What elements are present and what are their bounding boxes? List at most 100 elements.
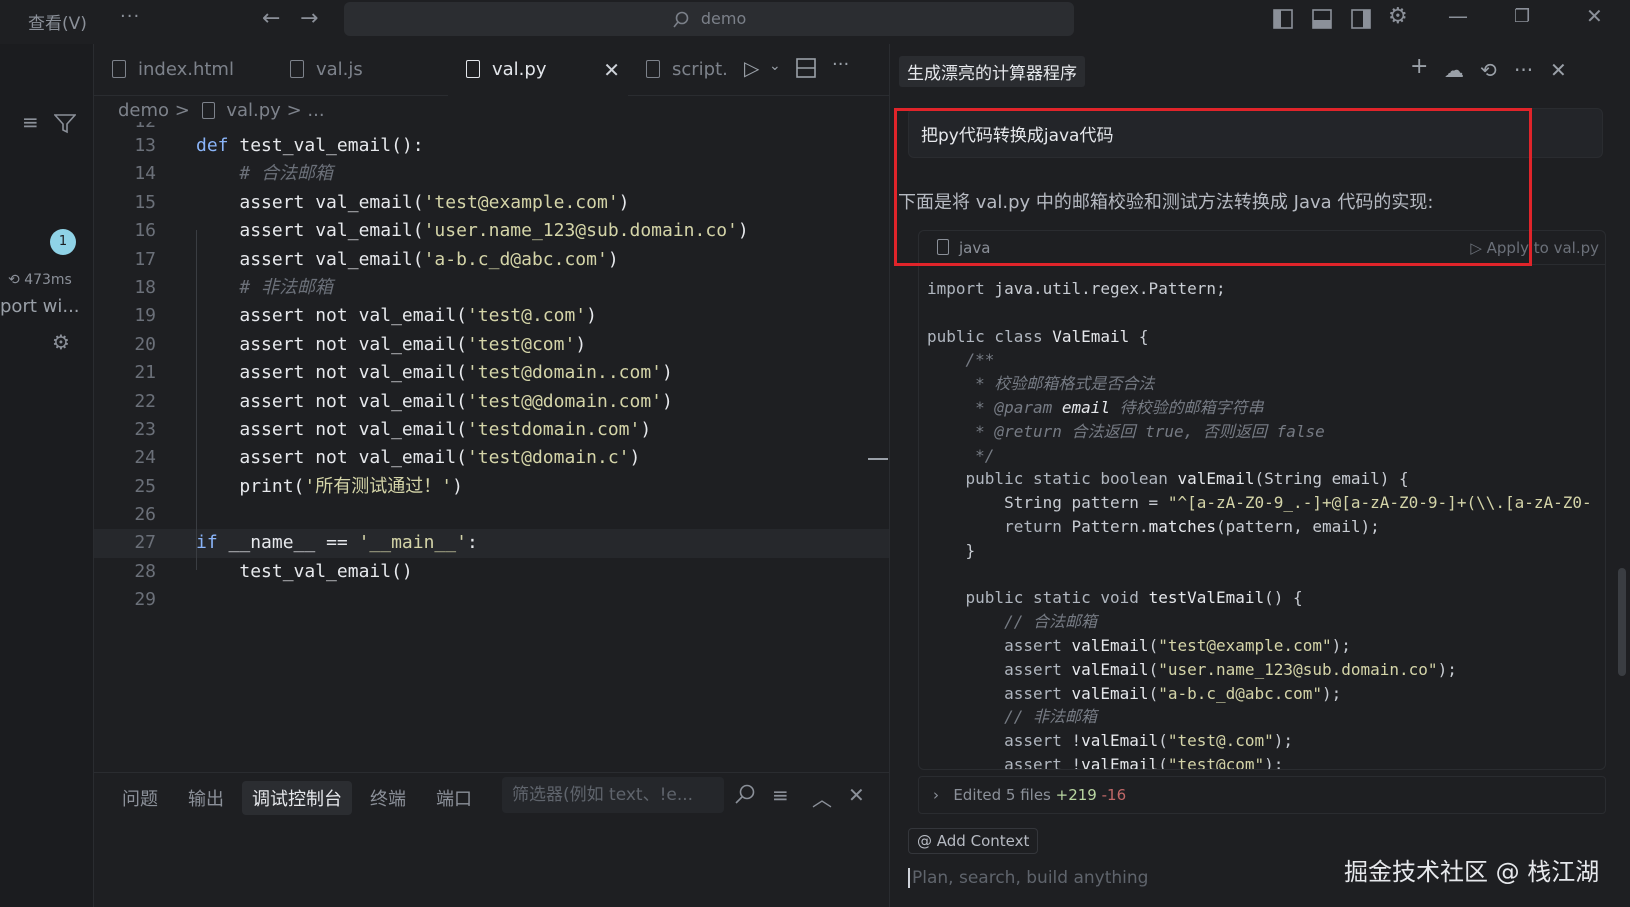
chevron-up-icon[interactable]: ︿ bbox=[812, 783, 832, 812]
toggle-panel-icon[interactable] bbox=[1311, 8, 1333, 30]
filter-input[interactable]: 筛选器(例如 text、!e... bbox=[502, 777, 724, 813]
tab-index-html[interactable]: index.html bbox=[94, 44, 272, 96]
code-line[interactable]: 17 assert val_email('a-b.c_d@abc.com') bbox=[94, 246, 889, 274]
run-icon[interactable]: ▷ bbox=[744, 56, 759, 80]
java-code[interactable]: import java.util.regex.Pattern; public c… bbox=[927, 277, 1605, 769]
line-number: 25 bbox=[134, 475, 156, 497]
chevron-down-icon[interactable]: ⌄ bbox=[769, 58, 781, 74]
chat-input[interactable]: Plan, search, build anything bbox=[908, 868, 1148, 888]
apply-button[interactable]: ▷ Apply to val.py bbox=[1470, 239, 1599, 257]
file-icon bbox=[290, 60, 304, 78]
tab-problems[interactable]: 问题 bbox=[122, 785, 158, 811]
code-line[interactable]: 28 test_val_email() bbox=[94, 558, 889, 586]
line-source: assert val_email('test@example.com') bbox=[239, 191, 630, 213]
code-line[interactable]: 19 assert not val_email('test@.com') bbox=[94, 302, 889, 330]
java-code-line bbox=[927, 301, 1605, 325]
toggle-sidebar-icon[interactable] bbox=[1272, 8, 1294, 30]
list-icon[interactable]: ≡ bbox=[22, 110, 39, 134]
breadcrumb-folder[interactable]: demo bbox=[118, 100, 169, 121]
java-code-line: * @return 合法返回 true, 否则返回 false bbox=[965, 421, 1325, 441]
java-code-line: * 校验邮箱格式是否合法 bbox=[965, 374, 1155, 394]
code-line[interactable]: 18 # 非法邮箱 bbox=[94, 274, 889, 302]
more-actions-icon[interactable]: ··· bbox=[832, 54, 849, 75]
code-line[interactable]: 13 def test_val_email(): bbox=[94, 132, 889, 160]
line-number: 19 bbox=[134, 305, 156, 327]
forward-arrow-icon[interactable]: → bbox=[300, 6, 318, 31]
minimize-icon[interactable]: — bbox=[1448, 4, 1468, 28]
code-line[interactable]: 22 assert not val_email('test@@domain.co… bbox=[94, 388, 889, 416]
line-source: # 合法邮箱 bbox=[239, 163, 334, 185]
new-chat-icon[interactable]: + bbox=[1410, 54, 1428, 79]
close-window-icon[interactable]: ✕ bbox=[1586, 4, 1603, 28]
clear-console-icon[interactable]: ≡ bbox=[772, 783, 789, 807]
code-line[interactable]: 20 assert not val_email('test@com') bbox=[94, 331, 889, 359]
user-message[interactable]: 把py代码转换成java代码 bbox=[908, 108, 1603, 158]
java-code-line: assert valEmail("user.name_123@sub.domai… bbox=[1004, 659, 1457, 679]
edited-files-summary[interactable]: › Edited 5 files +219 -16 bbox=[918, 776, 1606, 814]
code-line[interactable]: 14 # 合法邮箱 bbox=[94, 160, 889, 188]
settings-icon[interactable]: ⚙ bbox=[52, 330, 70, 354]
tab-label: index.html bbox=[138, 59, 234, 80]
tab-val-py[interactable]: val.py ✕ bbox=[448, 44, 628, 96]
add-context-button[interactable]: @ Add Context bbox=[908, 828, 1039, 854]
split-editor-icon[interactable] bbox=[796, 58, 816, 78]
breadcrumb-file[interactable]: val.py bbox=[226, 100, 280, 121]
code-line[interactable]: 15 assert val_email('test@example.com') bbox=[94, 189, 889, 217]
code-line[interactable]: 12 bbox=[94, 122, 889, 132]
line-number: 15 bbox=[134, 191, 156, 213]
filter-icon[interactable] bbox=[54, 114, 76, 134]
more-icon[interactable]: ··· bbox=[1514, 58, 1533, 82]
menu-view[interactable]: 查看(V) bbox=[28, 9, 87, 34]
search-text: demo bbox=[700, 9, 747, 28]
breadcrumb-symbol[interactable]: ... bbox=[307, 100, 324, 121]
code-line[interactable]: 21 assert not val_email('test@domain..co… bbox=[94, 359, 889, 387]
java-code-line: assert valEmail("a-b.c_d@abc.com"); bbox=[1004, 683, 1342, 703]
line-number: 22 bbox=[134, 390, 156, 412]
chat-title[interactable]: 生成漂亮的计算器程序 bbox=[899, 56, 1085, 87]
bottom-panel: 问题 输出 调试控制台 终端 端口 筛选器(例如 text、!e... ≡ ︿ … bbox=[94, 772, 889, 907]
execution-time: ⟲ 473ms bbox=[8, 272, 72, 288]
execution-time-label: 473ms bbox=[24, 272, 72, 288]
code-language: java bbox=[959, 239, 991, 257]
line-source: assert not val_email('test@com') bbox=[239, 333, 587, 355]
cloud-icon[interactable]: ☁ bbox=[1444, 58, 1464, 82]
command-search[interactable]: demo bbox=[344, 2, 1074, 36]
code-line[interactable]: 27 if __name__ == '__main__': bbox=[94, 529, 889, 558]
line-source: assert not val_email('test@.com') bbox=[239, 305, 597, 327]
code-line[interactable]: 25 print('所有测试通过！') bbox=[94, 473, 889, 501]
tab-script[interactable]: script. bbox=[628, 44, 738, 96]
notification-badge[interactable]: 1 bbox=[50, 229, 76, 255]
close-tab-icon[interactable]: ✕ bbox=[603, 44, 620, 96]
close-panel-icon[interactable]: ✕ bbox=[848, 783, 865, 807]
tab-terminal[interactable]: 终端 bbox=[370, 785, 406, 811]
close-chat-icon[interactable]: ✕ bbox=[1550, 58, 1567, 82]
chevron-right-icon: › bbox=[933, 786, 949, 804]
edited-label: Edited 5 files bbox=[953, 786, 1051, 804]
code-line[interactable]: 23 assert not val_email('testdomain.com'… bbox=[94, 416, 889, 444]
restore-icon[interactable]: ❐ bbox=[1514, 6, 1530, 27]
code-line[interactable]: 16 assert val_email('user.name_123@sub.d… bbox=[94, 217, 889, 245]
line-source: def test_val_email(): bbox=[196, 135, 424, 156]
toggle-secondary-sidebar-icon[interactable] bbox=[1350, 8, 1372, 30]
code-area[interactable]: 1213def test_val_email():14 # 合法邮箱15 ass… bbox=[94, 122, 889, 615]
tab-val-js[interactable]: val.js bbox=[272, 44, 446, 96]
line-number: 26 bbox=[134, 504, 156, 526]
history-icon[interactable]: ⟲ bbox=[1480, 58, 1497, 82]
code-line[interactable]: 26 bbox=[94, 501, 889, 529]
ai-chat-panel: 生成漂亮的计算器程序 + ☁ ⟲ ··· ✕ 把py代码转换成java代码 下面… bbox=[889, 44, 1630, 907]
settings-gear-icon[interactable]: ⚙ bbox=[1388, 4, 1408, 29]
tab-debug-console[interactable]: 调试控制台 bbox=[242, 781, 352, 815]
code-line[interactable]: 24 assert not val_email('test@domain.c') bbox=[94, 444, 889, 472]
left-side-panel: ≡ 1 ⟲ 473ms port wi... ⚙ bbox=[0, 44, 94, 907]
menu-more-icon[interactable]: ··· bbox=[120, 6, 140, 27]
breadcrumb-separator: > bbox=[174, 100, 190, 121]
back-arrow-icon[interactable]: ← bbox=[262, 6, 280, 31]
search-icon[interactable] bbox=[734, 783, 756, 805]
minimap-indicator[interactable] bbox=[868, 458, 888, 460]
chat-scrollbar[interactable] bbox=[1618, 568, 1626, 676]
at-icon: @ bbox=[917, 832, 937, 850]
line-number: 13 bbox=[134, 135, 156, 156]
tab-ports[interactable]: 端口 bbox=[436, 785, 472, 811]
tab-output[interactable]: 输出 bbox=[188, 785, 224, 811]
code-line[interactable]: 29 bbox=[94, 586, 889, 614]
